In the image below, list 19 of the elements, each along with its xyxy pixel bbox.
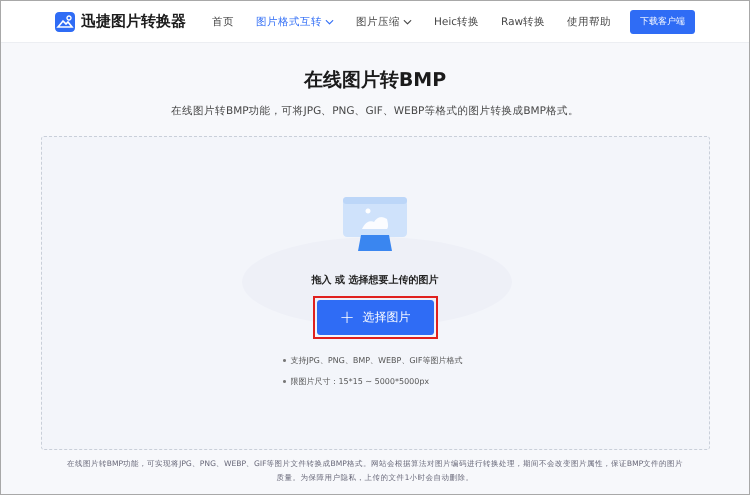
nav-tab[interactable]: 图片压缩 — [356, 14, 412, 28]
bullet-icon — [283, 359, 286, 362]
nav-tab[interactable]: Heic转换 — [434, 14, 480, 28]
upload-prompt: 拖入 或 选择想要上传的图片 — [312, 274, 438, 287]
format-note: 限图片尺寸：15*15 ~ 5000*5000px — [290, 376, 430, 387]
logo-text: 迅捷图片转换器 — [81, 12, 186, 31]
nav-tab[interactable]: Raw转换 — [501, 14, 546, 28]
upload-drop-area[interactable]: 拖入 或 选择想要上传的图片 + 选择图片 支持JPG、PNG、BMP、WEBP、GIF等图片格式 限图片尺寸：15*15 ~ 5000*5000px — [40, 136, 710, 450]
picture-logo-icon — [55, 12, 75, 32]
nav-tab[interactable]: 首页 — [212, 14, 234, 28]
nav-tab[interactable]: 使用帮助 — [567, 14, 612, 28]
page-title: 在线图片转BMP — [304, 68, 446, 93]
choose-image-button[interactable]: + 选择图片 — [316, 300, 434, 335]
format-note: 支持JPG、PNG、BMP、WEBP、GIF等图片格式 — [290, 355, 463, 366]
download-client-button[interactable]: 下载客户端 — [630, 10, 695, 34]
bullet-icon — [283, 380, 286, 383]
page-subtitle: 在线图片转BMP功能，可将JPG、PNG、GIF、WEBP等格式的图片转换成BMP格式。 — [171, 104, 579, 118]
monitor-picture-icon — [343, 197, 407, 251]
nav-tab[interactable]: 图片格式互转 — [256, 14, 334, 28]
